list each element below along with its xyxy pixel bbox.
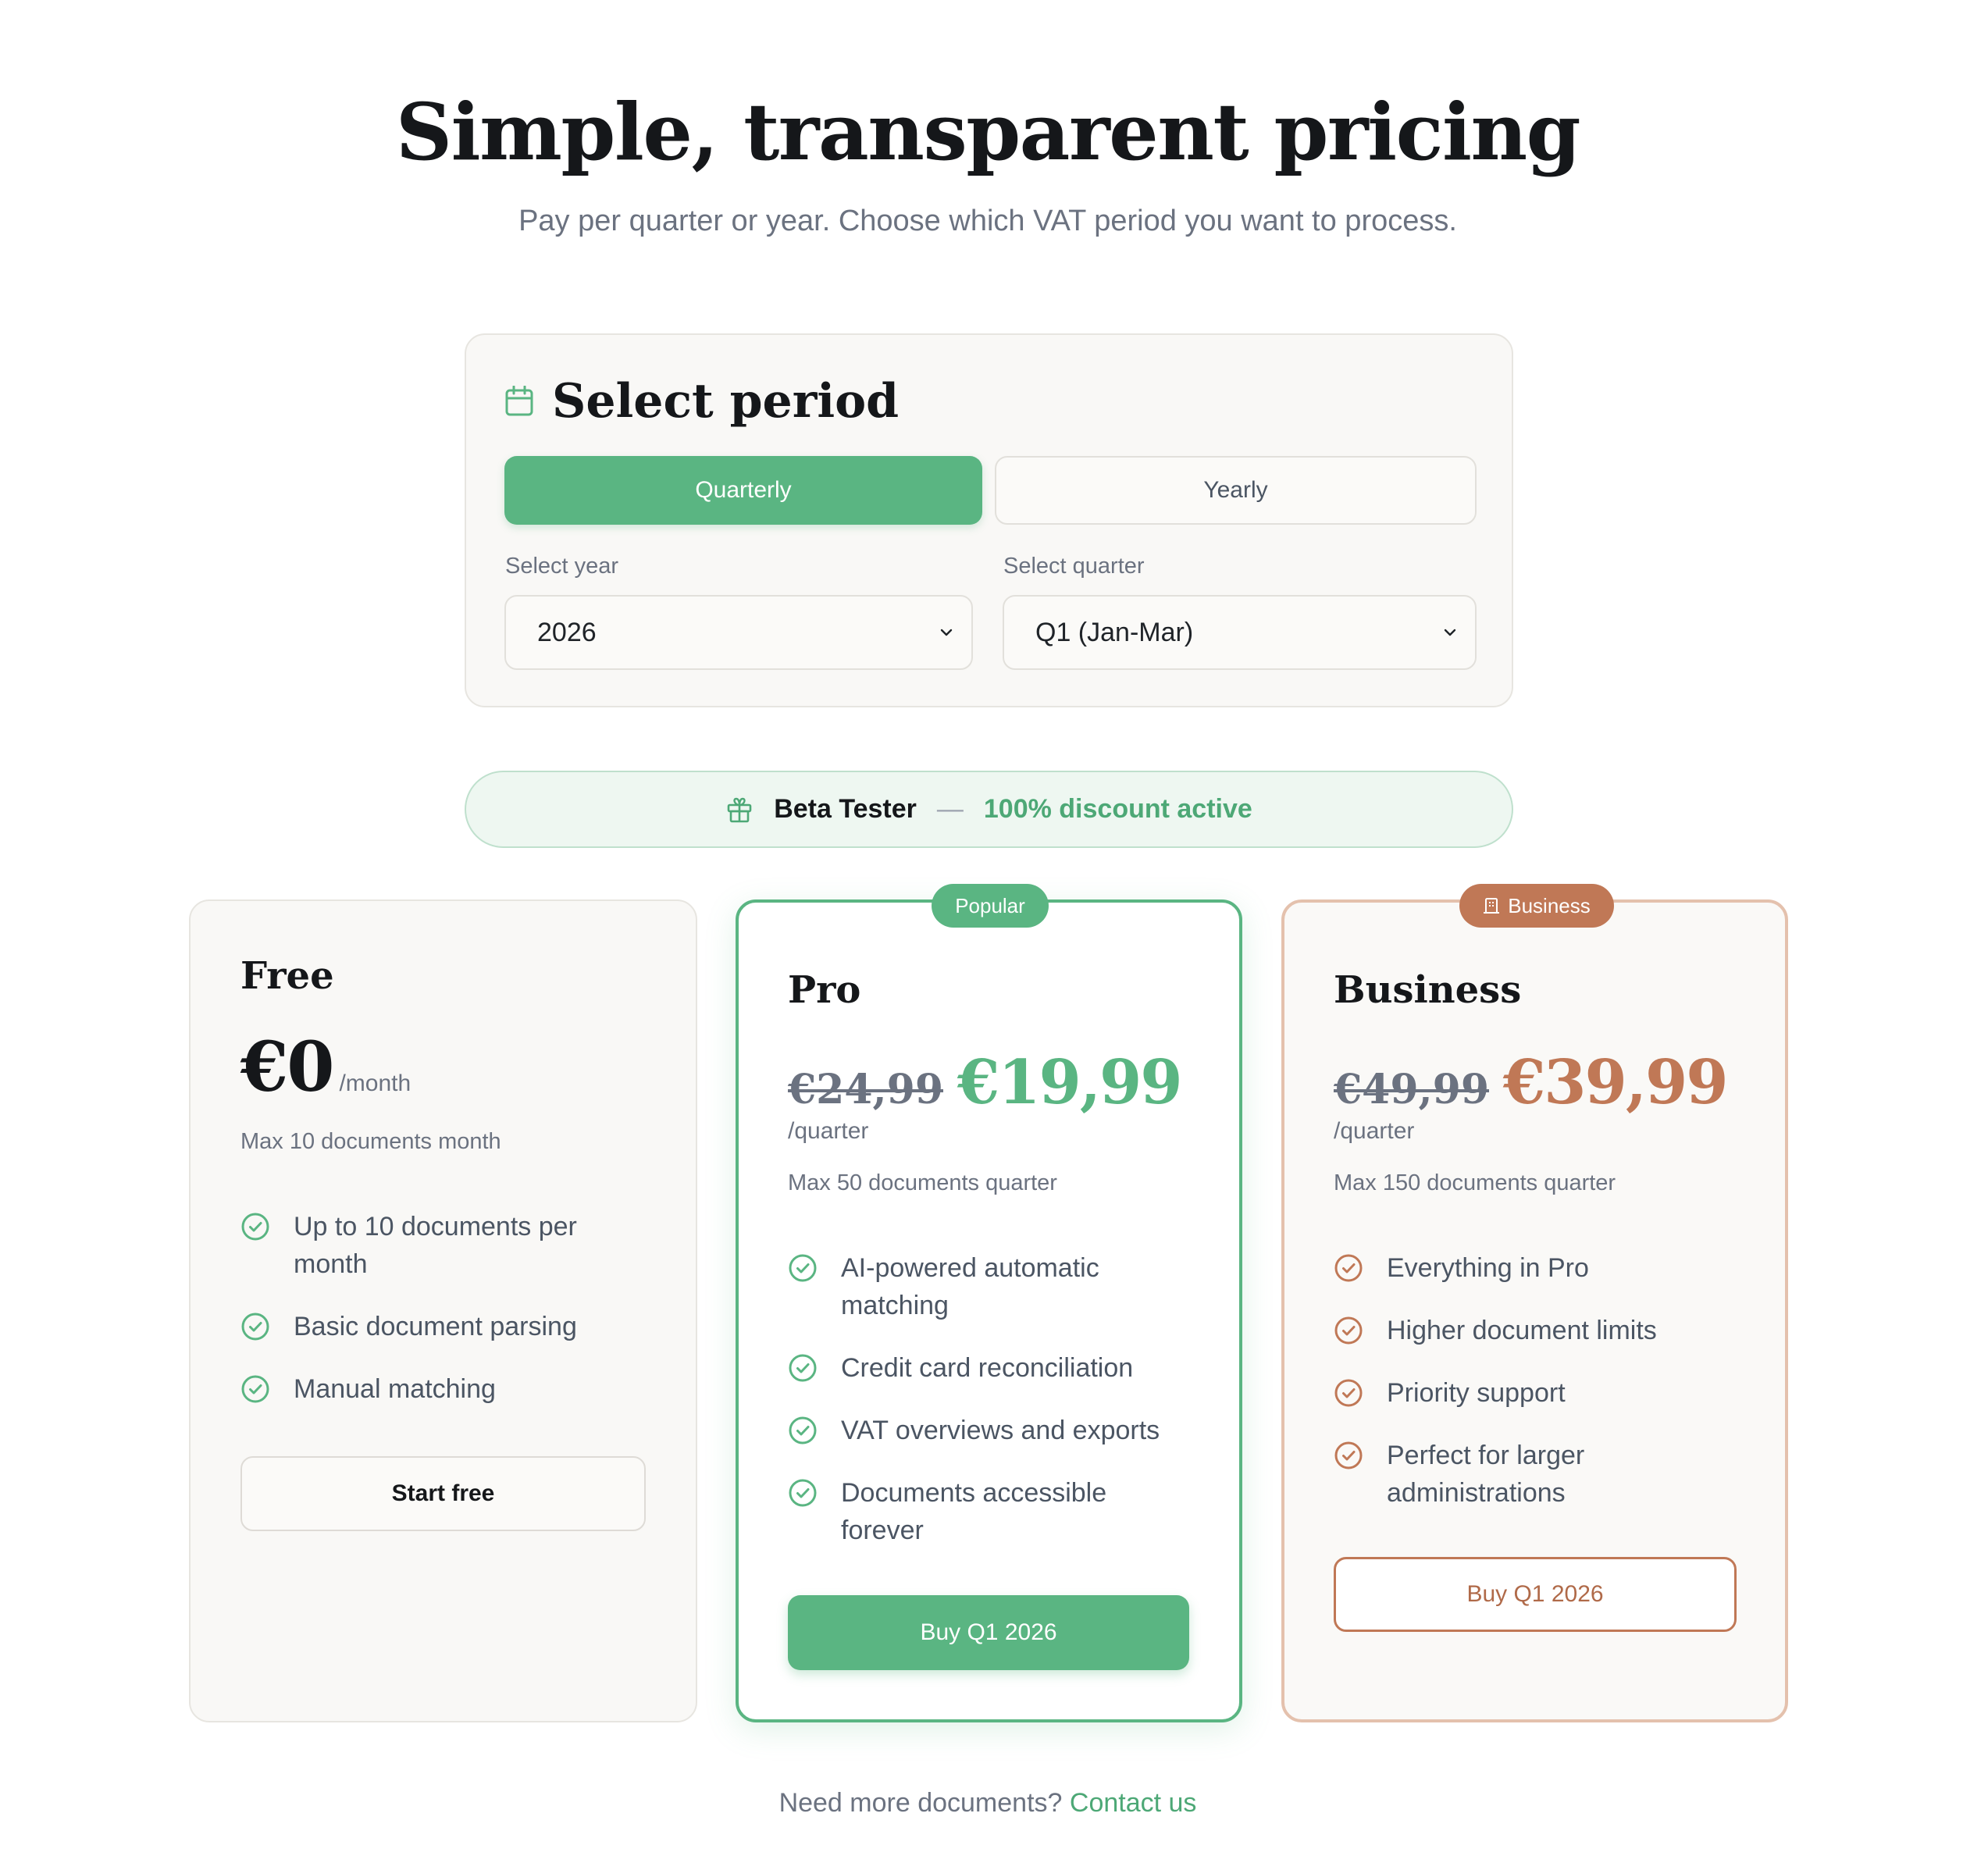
list-item: Priority support	[1334, 1374, 1740, 1412]
list-item: VAT overviews and exports	[788, 1412, 1194, 1449]
start-free-button[interactable]: Start free	[240, 1456, 646, 1531]
plan-price: €39,99	[1503, 1047, 1729, 1118]
feature-text: Perfect for larger administrations	[1387, 1441, 1585, 1508]
buy-pro-button[interactable]: Buy Q1 2026	[788, 1595, 1189, 1670]
tab-yearly[interactable]: Yearly	[995, 456, 1477, 525]
tab-quarterly[interactable]: Quarterly	[504, 456, 982, 525]
year-select[interactable]: 2026	[504, 595, 973, 670]
beta-tester-label: Beta Tester	[774, 794, 917, 824]
plan-price: €19,99	[957, 1047, 1183, 1118]
beta-separator: —	[936, 794, 964, 824]
price-row: €49,99 €39,99	[1334, 1047, 1729, 1118]
plan-card-free: Free €0 /month Max 10 documents month Up…	[189, 899, 697, 1722]
max-documents: Max 10 documents month	[240, 1129, 501, 1154]
max-documents: Max 150 documents quarter	[1334, 1170, 1616, 1195]
original-price: €24,99	[788, 1066, 944, 1113]
plan-card-pro: Popular Pro €24,99 €19,99 /quarter Max 5…	[736, 884, 1242, 1722]
check-circle-icon	[1334, 1254, 1363, 1282]
period-selector-card: Select period Quarterly Yearly Select ye…	[465, 333, 1513, 707]
business-badge-label: Business	[1508, 893, 1591, 917]
footer-text: Need more documents?	[778, 1788, 1063, 1818]
check-circle-icon	[241, 1213, 269, 1241]
quarter-select-value: Q1 (Jan-Mar)	[1035, 617, 1194, 647]
price-unit: /month	[339, 1070, 411, 1096]
page-title: Simple, transparent pricing	[395, 86, 1581, 178]
original-price: €49,99	[1334, 1066, 1490, 1113]
select-year-label: Select year	[505, 554, 619, 579]
year-select-value: 2026	[537, 617, 597, 647]
price-row: €0 /month	[240, 1026, 411, 1107]
feature-text: VAT overviews and exports	[841, 1416, 1160, 1445]
chevron-down-icon	[1444, 629, 1456, 636]
list-item: Documents accessible forever	[788, 1474, 1163, 1549]
feature-text: Credit card reconciliation	[841, 1353, 1134, 1383]
list-item: Perfect for larger administrations	[1334, 1437, 1693, 1512]
feature-text: Basic document parsing	[294, 1312, 577, 1341]
footer-note: Need more documents? Contact us	[0, 1788, 1976, 1818]
feature-text: Higher document limits	[1387, 1316, 1657, 1345]
list-item: Credit card reconciliation	[788, 1349, 1194, 1387]
feature-text: AI-powered automatic matching	[841, 1253, 1099, 1320]
check-circle-icon	[789, 1416, 817, 1444]
price-unit: /quarter	[788, 1118, 869, 1144]
period-heading: Select period	[505, 374, 899, 429]
discount-status: 100% discount active	[983, 794, 1252, 824]
contact-us-link[interactable]: Contact us	[1070, 1788, 1197, 1818]
gift-icon	[727, 797, 752, 822]
check-circle-icon	[789, 1479, 817, 1507]
period-title-text: Select period	[552, 374, 900, 429]
list-item: Everything in Pro	[1334, 1249, 1740, 1287]
list-item: Manual matching	[240, 1370, 647, 1408]
select-quarter-label: Select quarter	[1003, 554, 1145, 579]
buy-business-button[interactable]: Buy Q1 2026	[1334, 1557, 1737, 1632]
feature-text: Priority support	[1387, 1378, 1566, 1408]
plan-name: Pro	[788, 968, 861, 1012]
list-item: Higher document limits	[1334, 1312, 1740, 1349]
max-documents: Max 50 documents quarter	[788, 1170, 1057, 1195]
chevron-down-icon	[940, 629, 953, 636]
price-row: €24,99 €19,99	[788, 1047, 1183, 1118]
feature-text: Up to 10 documents per month	[294, 1212, 577, 1279]
check-circle-icon	[241, 1313, 269, 1341]
beta-discount-banner: Beta Tester — 100% discount active	[465, 771, 1513, 848]
plan-name: Free	[240, 954, 334, 998]
check-circle-icon	[1334, 1379, 1363, 1407]
check-circle-icon	[1334, 1441, 1363, 1469]
plan-name: Business	[1334, 968, 1522, 1012]
feature-text: Everything in Pro	[1387, 1253, 1589, 1283]
plan-price: €0	[240, 1026, 334, 1107]
popular-badge: Popular	[932, 884, 1049, 928]
list-item: Up to 10 documents per month	[240, 1208, 647, 1283]
feature-text: Manual matching	[294, 1374, 496, 1404]
building-icon	[1484, 898, 1500, 914]
list-item: Basic document parsing	[240, 1308, 647, 1345]
check-circle-icon	[241, 1375, 269, 1403]
quarter-select[interactable]: Q1 (Jan-Mar)	[1003, 595, 1477, 670]
feature-text: Documents accessible forever	[841, 1478, 1107, 1545]
check-circle-icon	[1334, 1316, 1363, 1345]
plan-card-business: Business Business €49,99 €39,99 /quarter…	[1281, 884, 1788, 1722]
business-badge: Business	[1459, 884, 1614, 928]
page-subtitle: Pay per quarter or year. Choose which VA…	[518, 205, 1457, 237]
calendar-icon	[505, 386, 533, 416]
check-circle-icon	[789, 1254, 817, 1282]
price-unit: /quarter	[1334, 1118, 1415, 1144]
check-circle-icon	[789, 1354, 817, 1382]
list-item: AI-powered automatic matching	[788, 1249, 1194, 1324]
